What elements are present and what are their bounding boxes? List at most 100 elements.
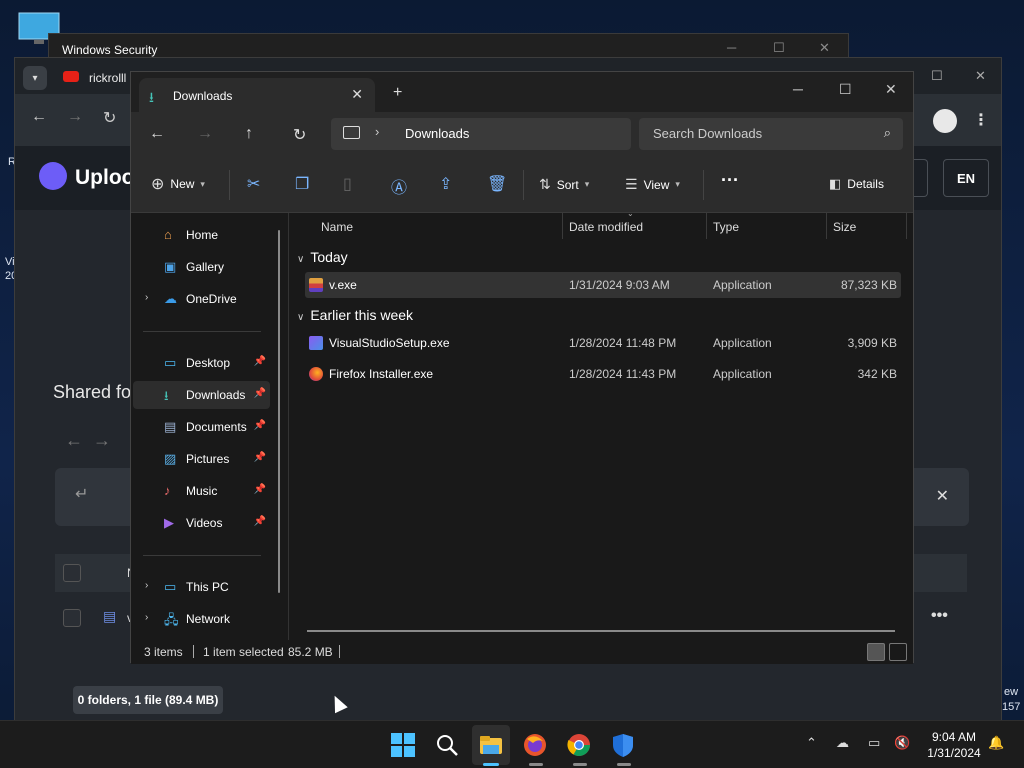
expand-chevron-icon[interactable]: › — [145, 580, 148, 591]
new-button[interactable]: ⊕ New ▾ — [151, 174, 205, 194]
clock[interactable]: 9:04 AM 1/31/2024 — [922, 729, 986, 761]
row-more-icon[interactable]: ••• — [931, 607, 948, 625]
volume-icon[interactable]: 🔇 — [894, 735, 910, 751]
close-icon[interactable]: ✕ — [819, 40, 830, 56]
windows-security-icon[interactable] — [609, 731, 637, 759]
horizontal-scrollbar[interactable] — [307, 630, 895, 632]
file-explorer-window[interactable]: ⭳ Downloads ✕ + ─ ☐ ✕ ← → ↑ ↻ › Download… — [130, 71, 914, 664]
back-icon[interactable]: ← — [149, 125, 165, 143]
copy-icon[interactable]: ❐ — [295, 174, 309, 194]
new-tab-icon[interactable]: + — [393, 84, 402, 102]
chevron-right-icon[interactable]: › — [375, 124, 379, 139]
paste-icon[interactable]: ▯ — [343, 174, 352, 194]
nav-item-pictures[interactable]: ▨ Pictures 📌 — [133, 445, 270, 473]
column-divider[interactable] — [562, 213, 563, 239]
tab-search-chevron-icon[interactable]: ▾ — [23, 66, 47, 90]
site-logo-icon[interactable] — [39, 162, 67, 190]
nav-scrollbar[interactable] — [278, 230, 280, 593]
notification-bell-icon[interactable]: 🔔 — [988, 735, 1004, 751]
cloud-icon: ☁ — [164, 291, 177, 306]
network-icon[interactable]: ▭ — [868, 735, 880, 751]
browser-menu-icon[interactable]: ⋮ — [973, 110, 989, 130]
profile-avatar-icon[interactable] — [933, 109, 957, 133]
view-button[interactable]: ☰ View ▾ — [625, 176, 680, 193]
up-icon[interactable]: ↑ — [245, 125, 253, 143]
pin-icon: 📌 — [253, 420, 266, 431]
details-view-icon[interactable] — [867, 643, 885, 661]
tiles-view-icon[interactable] — [889, 643, 907, 661]
chrome-icon[interactable] — [565, 731, 593, 759]
maximize-icon[interactable]: ☐ — [773, 40, 785, 56]
browser-close-icon[interactable]: ✕ — [975, 68, 986, 84]
file-date: 1/28/2024 11:48 PM — [569, 336, 677, 350]
column-header-size[interactable]: Size — [833, 220, 856, 234]
row-checkbox[interactable] — [63, 609, 81, 627]
column-divider[interactable] — [826, 213, 827, 239]
minimize-icon[interactable]: ─ — [727, 40, 736, 55]
file-row[interactable]: v.exe 1/31/2024 9:03 AM Application 87,3… — [305, 272, 901, 298]
delete-icon[interactable]: 🗑 — [487, 174, 507, 194]
pin-icon: 📌 — [253, 452, 266, 463]
expand-chevron-icon[interactable]: › — [145, 612, 148, 623]
details-button[interactable]: ◧ Details — [829, 176, 884, 192]
explorer-tab[interactable]: ⭳ Downloads ✕ — [139, 78, 375, 112]
nav-item-this-pc[interactable]: › ▭ This PC — [133, 573, 270, 601]
browser-tab-title[interactable]: rickrolll — [89, 71, 126, 85]
app-icon — [309, 278, 323, 292]
group-header-today[interactable]: ∨ Today — [297, 249, 348, 265]
nav-item-desktop[interactable]: ▭ Desktop 📌 — [133, 349, 270, 377]
rename-icon[interactable]: Ⓐ — [391, 174, 407, 198]
breadcrumb-downloads[interactable]: Downloads — [405, 126, 469, 141]
search-input[interactable]: Search Downloads ⌕ — [639, 118, 903, 150]
nav-item-gallery[interactable]: ▣ Gallery — [133, 253, 270, 281]
start-icon[interactable] — [389, 731, 417, 759]
column-divider[interactable] — [706, 213, 707, 239]
column-header-date[interactable]: Date modified — [569, 220, 643, 234]
browser-maximize-icon[interactable]: ☐ — [931, 68, 943, 84]
cut-icon[interactable]: ✂ — [247, 174, 260, 194]
onedrive-offline-icon[interactable]: ☁ — [836, 735, 849, 751]
site-logo-text[interactable]: Uploo — [75, 166, 134, 190]
file-explorer-icon[interactable] — [477, 731, 505, 759]
close-icon[interactable]: ✕ — [885, 81, 897, 98]
nav-item-music[interactable]: ♪ Music 📌 — [133, 477, 270, 505]
more-options-icon[interactable]: ··· — [721, 170, 739, 191]
column-header-type[interactable]: Type — [713, 220, 739, 234]
sort-button[interactable]: ⇅ Sort ▾ — [539, 176, 589, 193]
back-icon[interactable]: ← — [31, 108, 47, 126]
return-icon[interactable]: ↵ — [75, 484, 88, 504]
tab-close-icon[interactable]: ✕ — [351, 86, 363, 103]
nav-item-home[interactable]: ⌂ Home — [133, 221, 270, 249]
share-icon[interactable]: ⇪ — [439, 174, 452, 194]
forward-icon[interactable]: → — [67, 108, 83, 126]
select-all-checkbox[interactable] — [63, 564, 81, 582]
search-icon[interactable] — [433, 731, 461, 759]
download-icon: ⭳ — [149, 89, 154, 105]
explorer-address-bar: ← → ↑ ↻ › Downloads Search Downloads ⌕ — [131, 112, 913, 158]
minimize-icon[interactable]: ─ — [793, 81, 803, 97]
file-row[interactable]: Firefox Installer.exe 1/28/2024 11:43 PM… — [305, 361, 901, 387]
file-row[interactable]: VisualStudioSetup.exe 1/28/2024 11:48 PM… — [305, 330, 901, 356]
reload-icon[interactable]: ↻ — [103, 108, 116, 128]
nav-item-videos[interactable]: ▶ Videos 📌 — [133, 509, 270, 537]
page-nav-arrows-icon[interactable]: ← → — [65, 430, 111, 451]
refresh-icon[interactable]: ↻ — [293, 125, 306, 145]
column-divider[interactable] — [906, 213, 907, 239]
group-header-earlier[interactable]: ∨ Earlier this week — [297, 307, 413, 323]
action-bar-close-icon[interactable]: ✕ — [936, 486, 949, 506]
nav-item-documents[interactable]: ▤ Documents 📌 — [133, 413, 270, 441]
column-header-name[interactable]: Name — [321, 220, 353, 234]
forward-icon[interactable]: → — [197, 125, 213, 143]
firefox-icon[interactable] — [521, 731, 549, 759]
nav-item-network[interactable]: › 🖧 Network — [133, 605, 270, 633]
language-button[interactable]: EN — [943, 159, 989, 197]
sort-caret-icon: ⌄ — [627, 209, 634, 218]
nav-item-downloads[interactable]: ⭳ Downloads 📌 — [133, 381, 270, 409]
view-icon: ☰ — [625, 176, 638, 192]
nav-item-onedrive[interactable]: › ☁ OneDrive — [133, 285, 270, 313]
show-hidden-icons-icon[interactable]: ⌃ — [806, 735, 817, 751]
breadcrumb[interactable]: › Downloads — [331, 118, 631, 150]
expand-chevron-icon[interactable]: › — [145, 292, 148, 303]
maximize-icon[interactable]: ☐ — [839, 81, 852, 98]
plus-circle-icon: ⊕ — [151, 176, 165, 193]
